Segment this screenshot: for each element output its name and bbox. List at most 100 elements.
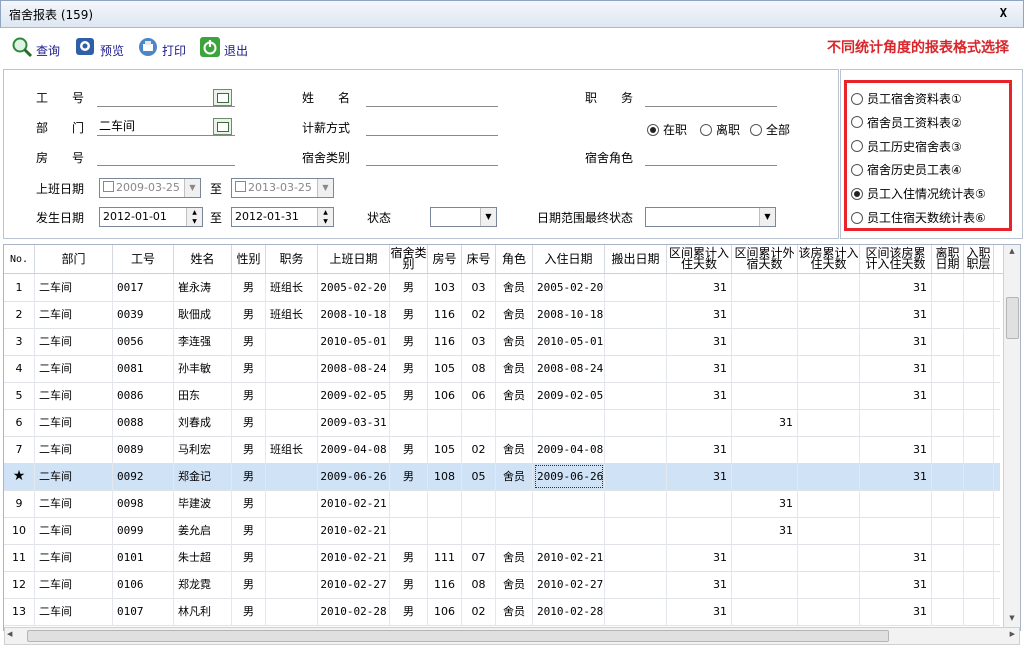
table-cell[interactable] xyxy=(266,544,318,571)
table-cell[interactable]: 31 xyxy=(860,544,932,571)
table-cell[interactable]: 马利宏 xyxy=(174,436,232,463)
dept-picker-icon[interactable] xyxy=(213,118,232,135)
row-number[interactable]: ★ xyxy=(4,463,35,490)
table-cell[interactable]: 李连强 xyxy=(174,328,232,355)
spinner-icon[interactable]: ▲ ▼ xyxy=(186,208,202,226)
table-cell[interactable]: 0088 xyxy=(113,409,174,436)
table-cell[interactable]: 2010-02-21 xyxy=(533,544,605,571)
table-cell[interactable] xyxy=(860,409,932,436)
table-cell[interactable] xyxy=(496,490,533,517)
table-cell[interactable] xyxy=(266,490,318,517)
table-cell[interactable] xyxy=(964,436,994,463)
table-cell[interactable]: 男 xyxy=(232,355,266,382)
table-cell[interactable]: 31 xyxy=(667,436,732,463)
table-cell[interactable]: 男 xyxy=(390,544,428,571)
table-cell[interactable] xyxy=(428,517,462,544)
horizontal-scroll-thumb[interactable] xyxy=(27,630,889,642)
column-header[interactable]: 角色 xyxy=(496,245,533,273)
close-button[interactable]: X xyxy=(1000,6,1007,20)
table-cell[interactable] xyxy=(964,328,994,355)
dorm-type-input[interactable] xyxy=(366,148,498,166)
table-cell[interactable] xyxy=(964,517,994,544)
table-cell[interactable]: 2008-08-24 xyxy=(533,355,605,382)
table-cell[interactable] xyxy=(496,517,533,544)
table-cell[interactable] xyxy=(964,301,994,328)
table-cell[interactable]: 林凡利 xyxy=(174,598,232,625)
table-cell[interactable] xyxy=(605,355,667,382)
table-cell[interactable] xyxy=(860,490,932,517)
column-header[interactable]: 该房累计入住天数 xyxy=(798,245,860,273)
table-cell[interactable] xyxy=(605,328,667,355)
final-status-select[interactable]: ▼ xyxy=(645,207,776,227)
table-cell[interactable]: 男 xyxy=(390,274,428,301)
table-cell[interactable]: 31 xyxy=(667,274,732,301)
table-cell[interactable]: 0039 xyxy=(113,301,174,328)
table-cell[interactable] xyxy=(798,436,860,463)
column-header[interactable]: 上班日期 xyxy=(318,245,390,273)
table-cell[interactable] xyxy=(496,409,533,436)
table-row[interactable]: ★ 二车间 0092 郑金记男 2009-06-26 男 108 05 舍员 2009-06-26… xyxy=(4,463,1000,491)
table-cell[interactable]: 03 xyxy=(462,328,496,355)
table-cell[interactable]: 舍员 xyxy=(496,301,533,328)
chevron-down-icon[interactable]: ▼ xyxy=(184,179,200,197)
table-cell[interactable]: 男 xyxy=(232,544,266,571)
table-row[interactable]: 5 二车间 0086 田东男 2009-02-05 男 106 06 舍员 2009-02-05 3… xyxy=(4,382,1000,410)
report-option-4[interactable]: 宿舍历史员工表④ xyxy=(851,161,962,178)
table-cell[interactable] xyxy=(605,598,667,625)
table-cell[interactable]: 舍员 xyxy=(496,436,533,463)
row-number[interactable]: 10 xyxy=(4,517,35,544)
table-cell[interactable]: 2005-02-20 xyxy=(318,274,390,301)
occur-date-from[interactable]: 2012-01-01 ▲ ▼ xyxy=(99,207,203,227)
row-number[interactable]: 2 xyxy=(4,301,35,328)
table-cell[interactable]: 0081 xyxy=(113,355,174,382)
row-number[interactable]: 13 xyxy=(4,598,35,625)
table-cell[interactable]: 二车间 xyxy=(35,490,113,517)
table-cell[interactable]: 31 xyxy=(860,328,932,355)
table-cell[interactable]: 2010-02-21 xyxy=(318,517,390,544)
exit-button[interactable]: 退出 xyxy=(199,34,248,60)
table-cell[interactable]: 31 xyxy=(860,436,932,463)
table-cell[interactable]: 2009-03-31 xyxy=(318,409,390,436)
table-cell[interactable] xyxy=(932,598,964,625)
table-cell[interactable] xyxy=(605,517,667,544)
table-cell[interactable]: 31 xyxy=(667,598,732,625)
table-cell[interactable] xyxy=(732,436,798,463)
table-cell[interactable]: 舍员 xyxy=(496,571,533,598)
table-cell[interactable] xyxy=(732,382,798,409)
table-row[interactable]: 1 二车间 0017 崔永涛男班组长 2005-02-20 男 103 03 舍员 2005-02… xyxy=(4,274,1000,302)
table-cell[interactable]: 男 xyxy=(232,301,266,328)
table-cell[interactable]: 男 xyxy=(232,463,266,490)
column-header[interactable]: 床号 xyxy=(462,245,496,273)
table-cell[interactable] xyxy=(533,409,605,436)
report-option-1[interactable]: 员工宿舍资料表① xyxy=(851,90,962,107)
table-cell[interactable] xyxy=(667,490,732,517)
table-cell[interactable] xyxy=(605,301,667,328)
report-option-3[interactable]: 员工历史宿舍表③ xyxy=(851,138,962,155)
column-header[interactable]: 区间累计入住天数 xyxy=(667,245,732,273)
table-cell[interactable]: 31 xyxy=(860,463,932,490)
table-cell[interactable]: 2010-02-27 xyxy=(318,571,390,598)
table-cell[interactable] xyxy=(964,544,994,571)
position-input[interactable] xyxy=(645,89,777,107)
table-cell[interactable]: 2010-02-27 xyxy=(533,571,605,598)
occur-date-to[interactable]: 2012-01-31 ▲ ▼ xyxy=(231,207,334,227)
table-cell[interactable]: 31 xyxy=(860,301,932,328)
table-cell[interactable]: 二车间 xyxy=(35,571,113,598)
table-cell[interactable] xyxy=(860,517,932,544)
table-cell[interactable]: 116 xyxy=(428,301,462,328)
vertical-scroll-thumb[interactable] xyxy=(1006,297,1019,339)
table-cell[interactable]: 0017 xyxy=(113,274,174,301)
table-cell[interactable] xyxy=(932,544,964,571)
table-cell[interactable] xyxy=(932,571,964,598)
table-cell[interactable] xyxy=(390,517,428,544)
table-cell[interactable]: 31 xyxy=(667,355,732,382)
table-cell[interactable]: 2010-05-01 xyxy=(318,328,390,355)
table-cell[interactable]: 106 xyxy=(428,598,462,625)
table-cell[interactable]: 2010-02-28 xyxy=(318,598,390,625)
table-cell[interactable]: 105 xyxy=(428,355,462,382)
status-radio-resigned[interactable]: 离职 xyxy=(700,121,740,138)
table-cell[interactable] xyxy=(605,274,667,301)
table-cell[interactable]: 31 xyxy=(860,382,932,409)
report-option-2[interactable]: 宿舍员工资料表② xyxy=(851,114,962,131)
table-cell[interactable]: 2010-02-21 xyxy=(318,544,390,571)
